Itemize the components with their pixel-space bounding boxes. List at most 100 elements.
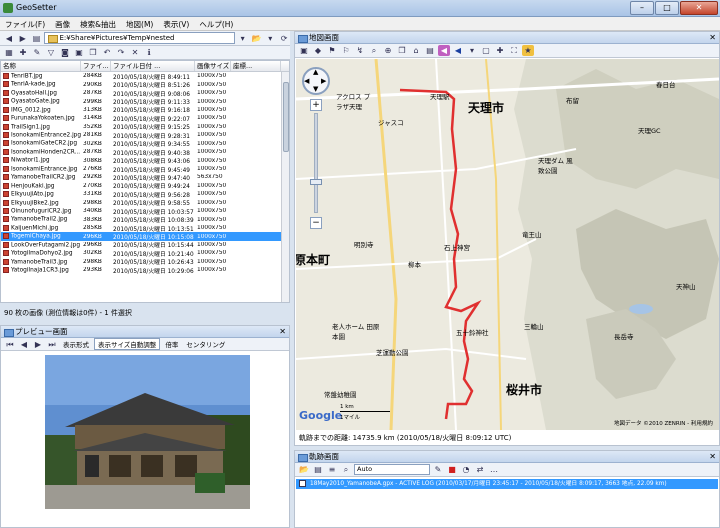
- minimize-button[interactable]: –: [630, 1, 654, 15]
- file-name: LookOverFutagami2.jpg: [1, 241, 81, 248]
- pan-down-icon[interactable]: ▼: [313, 85, 318, 93]
- map-select-icon[interactable]: ▣: [298, 45, 310, 56]
- forward-icon[interactable]: ▶: [17, 33, 29, 44]
- rotate-right-icon[interactable]: ↷: [115, 47, 127, 58]
- folder-options-icon[interactable]: ▾: [264, 33, 276, 44]
- table-row[interactable]: YatogiInaja1CR3.jpg 293KB 2010/05/18/火曜日 1…: [1, 266, 289, 275]
- pan-left-icon[interactable]: ◀: [304, 77, 309, 85]
- column-coords[interactable]: 座標...: [231, 61, 281, 71]
- back-icon[interactable]: ◀: [3, 33, 15, 44]
- track-close-icon[interactable]: ✕: [709, 451, 716, 463]
- prev-icon[interactable]: ◀: [18, 339, 30, 350]
- track-row[interactable]: 18May2010_YamanobeA.gpx - ACTIVE LOG (20…: [296, 479, 718, 489]
- map-home-icon[interactable]: ⌂: [410, 45, 422, 56]
- filter-icon[interactable]: ▽: [45, 47, 57, 58]
- folder-icon[interactable]: ▤: [31, 33, 43, 44]
- file-size-text: 270KB: [83, 182, 102, 189]
- map-fullscreen-icon[interactable]: ⛶: [508, 45, 520, 56]
- last-icon[interactable]: ⏭: [46, 339, 58, 350]
- track-edit-icon[interactable]: ✎: [432, 464, 444, 475]
- path-dropdown-icon[interactable]: ▾: [237, 33, 249, 44]
- map-star-icon[interactable]: ★: [522, 45, 534, 56]
- preview-close-icon[interactable]: ✕: [279, 326, 286, 338]
- file-dimensions-text: 1000x750: [197, 166, 227, 173]
- edit-data-icon[interactable]: ✎: [31, 47, 43, 58]
- jpg-file-icon: [3, 174, 9, 181]
- camera-icon[interactable]: ◙: [59, 47, 71, 58]
- next-icon[interactable]: ▶: [32, 339, 44, 350]
- column-dimensions[interactable]: 画像サイズ: [195, 61, 231, 71]
- map-back-icon[interactable]: ◀: [452, 45, 464, 56]
- path-input[interactable]: E:¥Share¥Pictures¥Temp¥nested: [44, 32, 235, 44]
- menu-file[interactable]: ファイル(F): [0, 17, 50, 30]
- map-pos-icon[interactable]: ⊕: [382, 45, 394, 56]
- map-marker-icon[interactable]: ◆: [312, 45, 324, 56]
- copy-icon[interactable]: ❐: [87, 47, 99, 58]
- track-sync-icon[interactable]: ⇄: [474, 464, 486, 475]
- track-more-icon[interactable]: …: [488, 464, 500, 475]
- label-tenri-dam: 天理ダム 風致公園: [538, 157, 573, 175]
- map-flag-icon[interactable]: ⚐: [340, 45, 352, 56]
- map-crosshair-icon[interactable]: ✚: [494, 45, 506, 56]
- fit-size-button[interactable]: 表示サイズ自動調整: [94, 338, 161, 350]
- file-name-text: IsonokamiGateCR2.jpg: [11, 140, 78, 147]
- map-close-icon[interactable]: ✕: [709, 32, 716, 44]
- scrollbar-thumb[interactable]: [283, 82, 289, 152]
- pan-up-icon[interactable]: ▲: [313, 68, 318, 76]
- map-view[interactable]: 天理市 桜井市 原本町 アクロス プラザ天理 ジャスコ 天理駅 石上神宮 竜王山…: [296, 59, 719, 430]
- track-list-icon[interactable]: ≡: [326, 464, 338, 475]
- track-checkbox[interactable]: [299, 480, 306, 487]
- map-terms[interactable]: 地図データ ©2010 ZENRIN - 利用規約: [614, 419, 713, 427]
- map-zoom-area-icon[interactable]: ▢: [480, 45, 492, 56]
- map-pan-control[interactable]: ▲ ▼ ◀ ▶: [302, 67, 330, 95]
- zoom-out-button[interactable]: −: [310, 217, 322, 229]
- track-save-icon[interactable]: ▤: [312, 464, 324, 475]
- file-size-text: 314KB: [83, 115, 102, 122]
- file-list-scrollbar[interactable]: [281, 72, 289, 302]
- rotate-left-icon[interactable]: ↶: [101, 47, 113, 58]
- map-save-icon[interactable]: ▤: [424, 45, 436, 56]
- map-pin-icon[interactable]: ⚑: [326, 45, 338, 56]
- menu-search[interactable]: 検索&抽出: [75, 17, 121, 30]
- file-dimensions: 1000x750: [195, 73, 231, 79]
- zoom-slider-thumb[interactable]: [310, 179, 322, 185]
- file-size: 308KB: [81, 158, 111, 164]
- ratio-button[interactable]: 倍率: [162, 339, 181, 349]
- zoom-slider[interactable]: [314, 113, 318, 213]
- map-copy-icon[interactable]: ❐: [396, 45, 408, 56]
- track-search-icon[interactable]: ⌕: [340, 464, 352, 475]
- map-tag-icon[interactable]: ✚: [17, 47, 29, 58]
- centering-button[interactable]: センタリング: [183, 339, 228, 349]
- display-mode-button[interactable]: 表示形式: [60, 339, 92, 349]
- scale-bar: [340, 411, 390, 412]
- pan-right-icon[interactable]: ▶: [321, 77, 326, 85]
- menu-map[interactable]: 地図(M): [121, 17, 158, 30]
- track-mode-select[interactable]: Auto: [354, 464, 430, 475]
- open-folder-icon[interactable]: 📂: [251, 33, 263, 44]
- column-date[interactable]: ファイル日付 ...: [111, 61, 195, 71]
- track-open-icon[interactable]: 📂: [298, 464, 310, 475]
- zoom-in-button[interactable]: +: [310, 99, 322, 111]
- save-icon[interactable]: ▣: [73, 47, 85, 58]
- file-size: 276KB: [81, 166, 111, 172]
- track-stop-icon[interactable]: ■: [446, 464, 458, 475]
- map-prev-track-icon[interactable]: ◀: [438, 45, 450, 56]
- map-track-icon[interactable]: ↯: [354, 45, 366, 56]
- first-icon[interactable]: ⏮: [4, 339, 16, 350]
- file-name-text: TogemiChaya.jpg: [11, 233, 61, 240]
- view-icon[interactable]: ▦: [3, 47, 15, 58]
- column-name[interactable]: 名称: [1, 61, 81, 71]
- track-time-icon[interactable]: ◔: [460, 464, 472, 475]
- maximize-button[interactable]: □: [655, 1, 679, 15]
- refresh-icon[interactable]: ⟳: [278, 33, 290, 44]
- delete-icon[interactable]: ✕: [129, 47, 141, 58]
- column-size[interactable]: ファイ...: [81, 61, 111, 71]
- close-button[interactable]: ✕: [680, 1, 718, 15]
- map-dropdown-icon[interactable]: ▾: [466, 45, 478, 56]
- menu-view[interactable]: 表示(V): [158, 17, 194, 30]
- map-search-icon[interactable]: ⌕: [368, 45, 380, 56]
- info-icon[interactable]: ℹ: [143, 47, 155, 58]
- menu-help[interactable]: ヘルプ(H): [194, 17, 238, 30]
- menu-image[interactable]: 画像: [50, 17, 75, 30]
- preview-header: プレビュー画面 ✕: [1, 326, 289, 338]
